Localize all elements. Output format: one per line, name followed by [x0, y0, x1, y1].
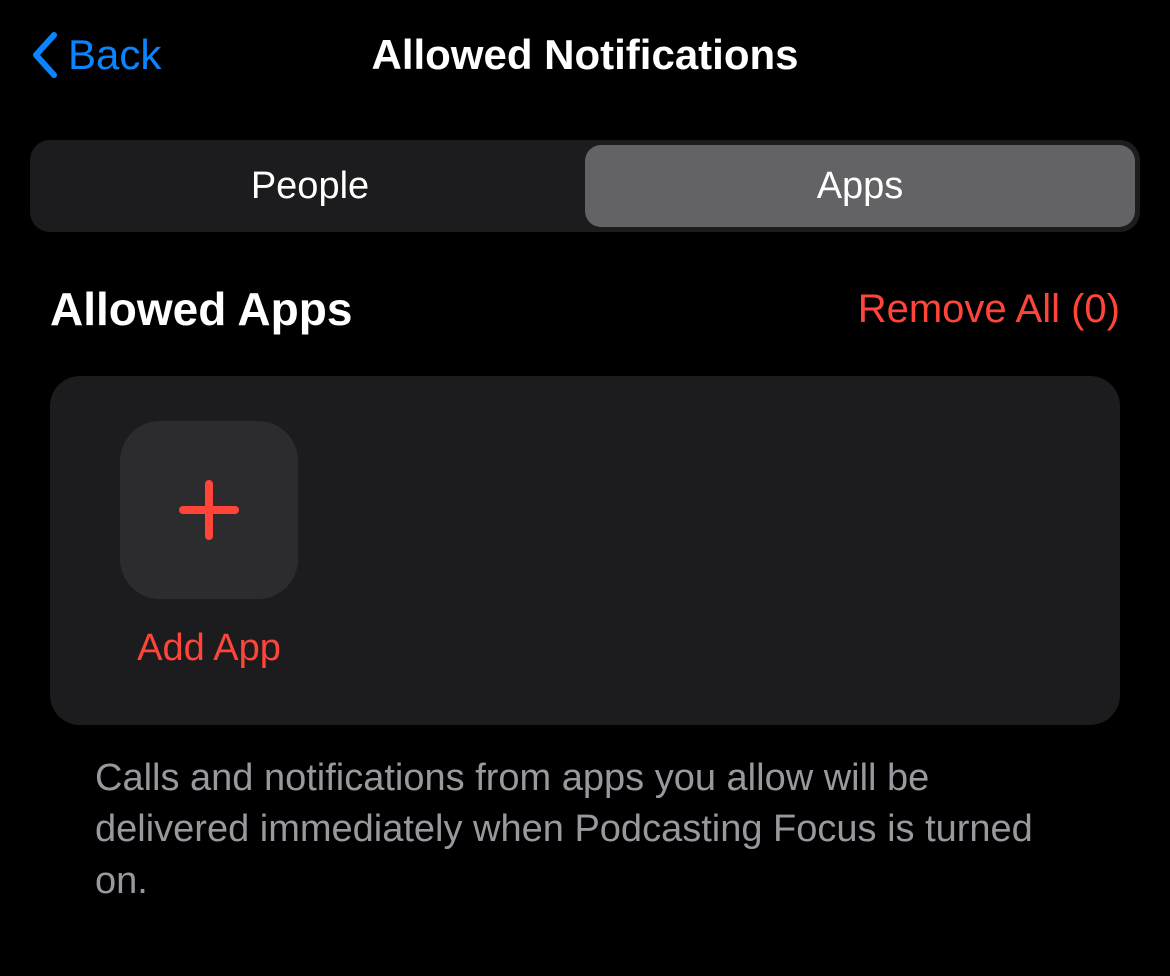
segment-control: People Apps: [30, 140, 1140, 232]
plus-icon: [175, 476, 243, 544]
chevron-left-icon: [30, 31, 58, 79]
add-app-icon-box: [120, 421, 298, 599]
segment-people[interactable]: People: [35, 145, 585, 227]
add-app-label: Add App: [137, 627, 281, 670]
allowed-apps-container: Add App: [50, 376, 1120, 725]
navigation-header: Back Allowed Notifications: [0, 0, 1170, 120]
section-header: Allowed Apps Remove All (0): [0, 282, 1170, 336]
page-title: Allowed Notifications: [30, 31, 1140, 79]
back-label: Back: [68, 31, 161, 79]
remove-all-button[interactable]: Remove All (0): [858, 287, 1120, 332]
back-button[interactable]: Back: [30, 31, 161, 79]
add-app-button[interactable]: Add App: [120, 421, 298, 670]
section-title: Allowed Apps: [50, 282, 352, 336]
segment-apps[interactable]: Apps: [585, 145, 1135, 227]
description-text: Calls and notifications from apps you al…: [0, 725, 1170, 907]
